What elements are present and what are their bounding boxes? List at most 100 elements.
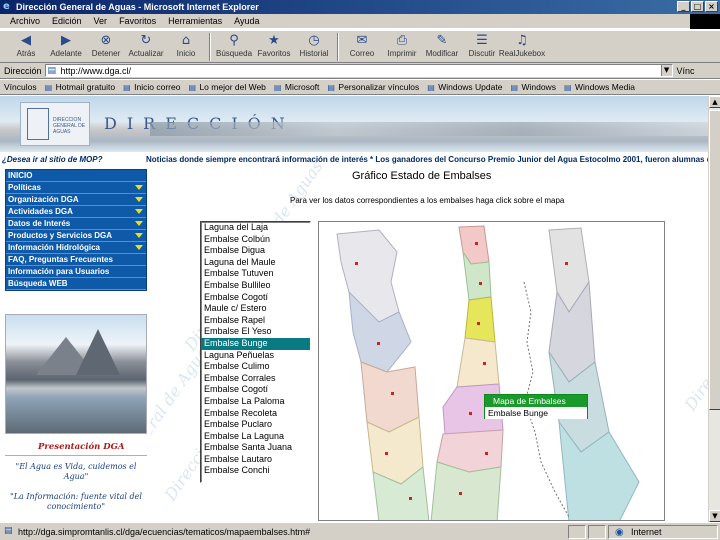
discuss-button[interactable]: ☰ Discutir <box>462 31 502 62</box>
reservoir-list-item[interactable]: Embalse Recoleta <box>201 408 310 420</box>
reservoir-list-item[interactable]: Embalse Digua <box>201 245 310 257</box>
reservoir-list-item[interactable]: Maule c/ Estero <box>201 303 310 315</box>
link-windows-media[interactable]: ▤ Windows Media <box>564 82 635 92</box>
reservoir-list-item[interactable]: Embalse Rapel <box>201 315 310 327</box>
back-button[interactable]: ◀ Atrás <box>6 31 46 62</box>
reservoir-list-item[interactable]: Embalse Cogotí <box>201 384 310 396</box>
reservoir-list-item[interactable]: Embalse El Yeso <box>201 326 310 338</box>
home-button[interactable]: ⌂ Inicio <box>166 31 206 62</box>
nav-item[interactable]: Actividades DGA <box>6 206 146 218</box>
link-microsoft[interactable]: ▤ Microsoft <box>274 82 319 92</box>
window-title-bar[interactable]: e Dirección General de Aguas - Microsoft… <box>0 0 720 14</box>
refresh-button[interactable]: ↻ Actualizar <box>126 31 166 62</box>
favorites-button[interactable]: ★ Favoritos <box>254 31 294 62</box>
reservoir-marker[interactable] <box>479 282 482 285</box>
address-input[interactable]: ▤ http://www.dga.cl/ ▼ <box>44 64 673 77</box>
reservoir-map[interactable] <box>318 221 665 521</box>
nav-item[interactable]: INICIO <box>6 170 146 182</box>
reservoir-list-item[interactable]: Laguna del Laja <box>201 222 310 234</box>
map-region-central-7[interactable] <box>430 461 502 521</box>
edit-button[interactable]: ✎ Modificar <box>422 31 462 62</box>
maximize-button[interactable]: □ <box>691 1 704 12</box>
reservoir-list-item[interactable]: Embalse La Paloma <box>201 396 310 408</box>
expand-arrow-icon[interactable] <box>135 197 143 202</box>
reservoir-list-item[interactable]: Embalse Culimo <box>201 361 310 373</box>
nav-item[interactable]: Productos y Servicios DGA <box>6 230 146 242</box>
forward-button[interactable]: ▶ Adelante <box>46 31 86 62</box>
history-button[interactable]: ◷ Historial <box>294 31 334 62</box>
link-lo-mejor[interactable]: ▤ Lo mejor del Web <box>188 82 265 92</box>
reservoir-marker[interactable] <box>377 342 380 345</box>
scroll-thumb[interactable] <box>709 110 720 410</box>
chile-map[interactable] <box>319 222 665 521</box>
vertical-scrollbar[interactable]: ▲ ▼ <box>708 96 720 522</box>
reservoir-list-item[interactable]: Embalse La Laguna <box>201 431 310 443</box>
print-button[interactable]: ⎙ Imprimir <box>382 31 422 62</box>
search-button[interactable]: ⚲ Búsqueda <box>214 31 254 62</box>
reservoir-list-item[interactable]: Embalse Puclaro <box>201 419 310 431</box>
reservoir-list-item[interactable]: Embalse Santa Juana <box>201 442 310 454</box>
map-region-central-3[interactable] <box>464 296 496 343</box>
reservoir-list-item[interactable]: Embalse Tutuven <box>201 268 310 280</box>
link-personalizar[interactable]: ▤ Personalizar vínculos <box>327 82 419 92</box>
link-hotmail[interactable]: ▤ Hotmail gratuito <box>45 82 116 92</box>
reservoir-marker[interactable] <box>385 452 388 455</box>
close-button[interactable]: × <box>705 1 718 12</box>
nav-item[interactable]: Búsqueda WEB <box>6 278 146 290</box>
menu-herramientas[interactable]: Herramientas <box>162 16 228 26</box>
reservoir-list-item[interactable]: Embalse Corrales <box>201 373 310 385</box>
menu-ver[interactable]: Ver <box>88 16 114 26</box>
stop-button[interactable]: ⊗ Detener <box>86 31 126 62</box>
reservoir-marker[interactable] <box>469 412 472 415</box>
scroll-down-icon[interactable]: ▼ <box>709 510 720 522</box>
reservoir-list[interactable]: Laguna del Laja Embalse Colbún Embalse Dig… <box>200 221 311 483</box>
expand-arrow-icon[interactable] <box>135 245 143 250</box>
map-region-central-4[interactable] <box>456 337 500 388</box>
expand-arrow-icon[interactable] <box>135 209 143 214</box>
presentation-link[interactable]: Presentación DGA <box>38 442 125 452</box>
reservoir-list-item[interactable]: Embalse Conchi <box>201 465 310 477</box>
reservoir-marker[interactable] <box>483 362 486 365</box>
nav-item[interactable]: Información para Usuarios <box>6 266 146 278</box>
reservoir-list-item[interactable]: Embalse Colbún <box>201 234 310 246</box>
nav-item[interactable]: Datos de Interés <box>6 218 146 230</box>
mop-link[interactable]: ¿Desea ir al sitio de MOP? <box>2 155 102 164</box>
reservoir-list-item[interactable]: Embalse Bunge <box>201 337 310 350</box>
menu-edicion[interactable]: Edición <box>46 16 88 26</box>
reservoir-marker[interactable] <box>391 392 394 395</box>
nav-item[interactable]: Información Hidrológica <box>6 242 146 254</box>
reservoir-marker[interactable] <box>485 452 488 455</box>
menu-archivo[interactable]: Archivo <box>4 16 46 26</box>
reservoir-marker[interactable] <box>409 497 412 500</box>
link-windows[interactable]: ▤ Windows <box>510 82 555 92</box>
menu-ayuda[interactable]: Ayuda <box>228 16 265 26</box>
nav-item[interactable]: Políticas <box>6 182 146 194</box>
reservoir-list-item[interactable]: Laguna del Maule <box>201 257 310 269</box>
realjukebox-button[interactable]: ♫ RealJukebox <box>499 31 545 62</box>
reservoir-list-item[interactable]: Embalse Bullileo <box>201 280 310 292</box>
ticker-text[interactable]: Noticias donde siempre encontrará inform… <box>146 155 708 164</box>
dga-logo[interactable]: DIRECCION GENERAL DE AGUAS <box>20 102 90 146</box>
nav-item[interactable]: FAQ, Preguntas Frecuentes <box>6 254 146 266</box>
reservoir-marker[interactable] <box>565 262 568 265</box>
links-toggle[interactable]: Vínc <box>677 66 695 76</box>
menu-favoritos[interactable]: Favoritos <box>113 16 162 26</box>
scroll-up-icon[interactable]: ▲ <box>709 96 720 108</box>
reservoir-marker[interactable] <box>477 322 480 325</box>
expand-arrow-icon[interactable] <box>135 221 143 226</box>
expand-arrow-icon[interactable] <box>135 185 143 190</box>
reservoir-list-item[interactable]: Embalse Lautaro <box>201 454 310 466</box>
reservoir-list-item[interactable]: Laguna Peñuelas <box>201 350 310 362</box>
minimize-button[interactable]: _ <box>677 1 690 12</box>
link-inicio-correo[interactable]: ▤ Inicio correo <box>123 82 180 92</box>
reservoir-marker[interactable] <box>355 262 358 265</box>
address-dropdown-icon[interactable]: ▼ <box>660 65 672 76</box>
link-windows-update[interactable]: ▤ Windows Update <box>427 82 502 92</box>
expand-arrow-icon[interactable] <box>135 233 143 238</box>
reservoir-marker[interactable] <box>459 492 462 495</box>
reservoir-marker[interactable] <box>475 242 478 245</box>
nav-item[interactable]: Organización DGA <box>6 194 146 206</box>
map-region-north[interactable] <box>336 229 400 323</box>
reservoir-list-item[interactable]: Embalse Cogotí <box>201 292 310 304</box>
mail-button[interactable]: ✉ Correo <box>342 31 382 62</box>
